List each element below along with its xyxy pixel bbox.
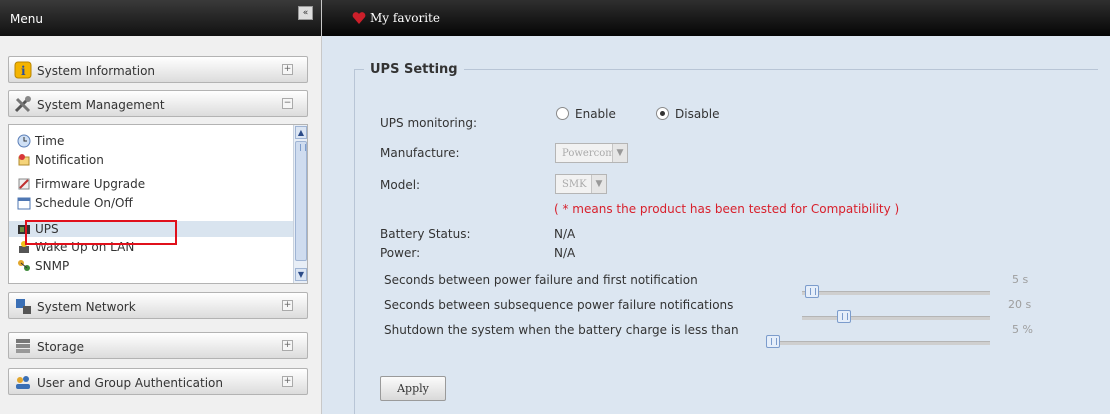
sidebar-item-system-information[interactable]: i System Information + [8,56,308,83]
system-management-submenu: Time Notification Firmware Upgrade Sched… [8,124,308,284]
sidebar-item-label: User and Group Authentication [37,376,223,390]
shutdown-threshold-slider[interactable] [766,335,780,348]
shutdown-threshold-label: Shutdown the system when the battery cha… [384,323,739,337]
sidebar-item-user-group-authentication[interactable]: User and Group Authentication + [8,368,308,395]
power-value: N/A [554,246,576,260]
app-window: Menu « i System Information + System Man… [0,0,1110,414]
users-icon [16,376,30,389]
battery-status-label: Battery Status: [380,227,471,241]
ups-setting-legend: UPS Setting [364,62,464,77]
first-notification-slider[interactable] [805,285,819,298]
expand-icon[interactable]: + [282,64,293,75]
sidebar-item-label: System Information [37,64,156,78]
sidebar-item-storage[interactable]: Storage + [8,332,308,359]
network-icon [16,299,31,314]
submenu-item-label: Notification [35,153,104,167]
tools-icon [14,96,31,113]
schedule-icon [17,197,31,210]
menu-title: Menu [10,12,43,26]
clock-icon [17,134,31,148]
enable-radio-label[interactable]: Enable [575,107,616,121]
submenu-item-firmware-upgrade[interactable]: Firmware Upgrade [9,176,295,192]
submenu-item-label: Time [35,134,65,148]
disable-radio[interactable] [656,107,669,120]
menu-header: Menu « [0,0,321,36]
notification-icon [18,154,30,166]
power-label: Power: [380,246,421,260]
submenu-item-time[interactable]: Time [9,133,295,149]
my-favorite-link[interactable]: My favorite [370,11,440,25]
model-select[interactable]: SMK ▼ [555,174,607,194]
expand-icon[interactable]: + [282,300,293,311]
top-bar: My favorite [322,0,1110,36]
expand-icon[interactable]: + [282,376,293,387]
sidebar-item-label: System Network [37,300,136,314]
scroll-down-icon[interactable]: ▼ [295,268,307,281]
first-notification-label: Seconds between power failure and first … [384,273,698,287]
collapse-icon[interactable]: − [282,98,293,109]
submenu-item-label: Schedule On/Off [35,196,133,210]
ups-highlight-box [25,220,177,245]
subsequent-notification-value: 20 s [1008,298,1032,311]
chevron-down-icon: ▼ [591,175,606,193]
sidebar: Menu « i System Information + System Man… [0,0,322,414]
heart-icon[interactable] [352,11,366,25]
enable-radio[interactable] [556,107,569,120]
compatibility-note: ( * means the product has been tested fo… [554,202,900,216]
submenu-item-label: Firmware Upgrade [35,177,146,191]
sidebar-item-system-management[interactable]: System Management − [8,90,308,117]
expand-icon[interactable]: + [282,340,293,351]
subsequent-notification-slider[interactable] [837,310,851,323]
submenu-scrollbar[interactable]: ▲ ▼ [293,125,307,283]
shutdown-threshold-value: 5 % [1012,323,1033,336]
disable-radio-label[interactable]: Disable [675,107,720,121]
apply-button[interactable]: Apply [380,376,446,401]
svg-text:i: i [21,64,26,78]
shutdown-threshold-track[interactable] [766,341,990,345]
first-notification-value: 5 s [1012,273,1029,286]
sidebar-item-label: Storage [37,340,84,354]
firmware-icon [18,178,30,190]
scrollbar-thumb[interactable] [295,141,307,261]
collapse-sidebar-button[interactable]: « [298,6,313,20]
submenu-item-snmp[interactable]: SNMP [9,258,295,274]
snmp-icon [18,260,30,271]
submenu-item-schedule[interactable]: Schedule On/Off [9,195,295,211]
subsequent-notification-track[interactable] [802,316,990,320]
submenu-item-notification[interactable]: Notification [9,152,295,168]
manufacture-value: Powercom [562,148,615,159]
first-notification-track[interactable] [802,291,990,295]
model-value: SMK [562,179,587,190]
scroll-up-icon[interactable]: ▲ [295,126,307,139]
submenu-item-label: SNMP [35,259,70,273]
info-icon: i [14,61,32,79]
model-label: Model: [380,178,421,192]
subsequent-notification-label: Seconds between subsequence power failur… [384,298,734,312]
sidebar-item-label: System Management [37,98,165,112]
manufacture-select[interactable]: Powercom ▼ [555,143,628,163]
chevron-down-icon: ▼ [612,144,627,162]
ups-monitoring-label: UPS monitoring: [380,116,478,130]
manufacture-label: Manufacture: [380,146,460,160]
main-panel: UPS Setting UPS monitoring: Enable Disab… [322,36,1110,414]
storage-icon [16,339,30,353]
sidebar-item-system-network[interactable]: System Network + [8,292,308,319]
battery-status-value: N/A [554,227,576,241]
